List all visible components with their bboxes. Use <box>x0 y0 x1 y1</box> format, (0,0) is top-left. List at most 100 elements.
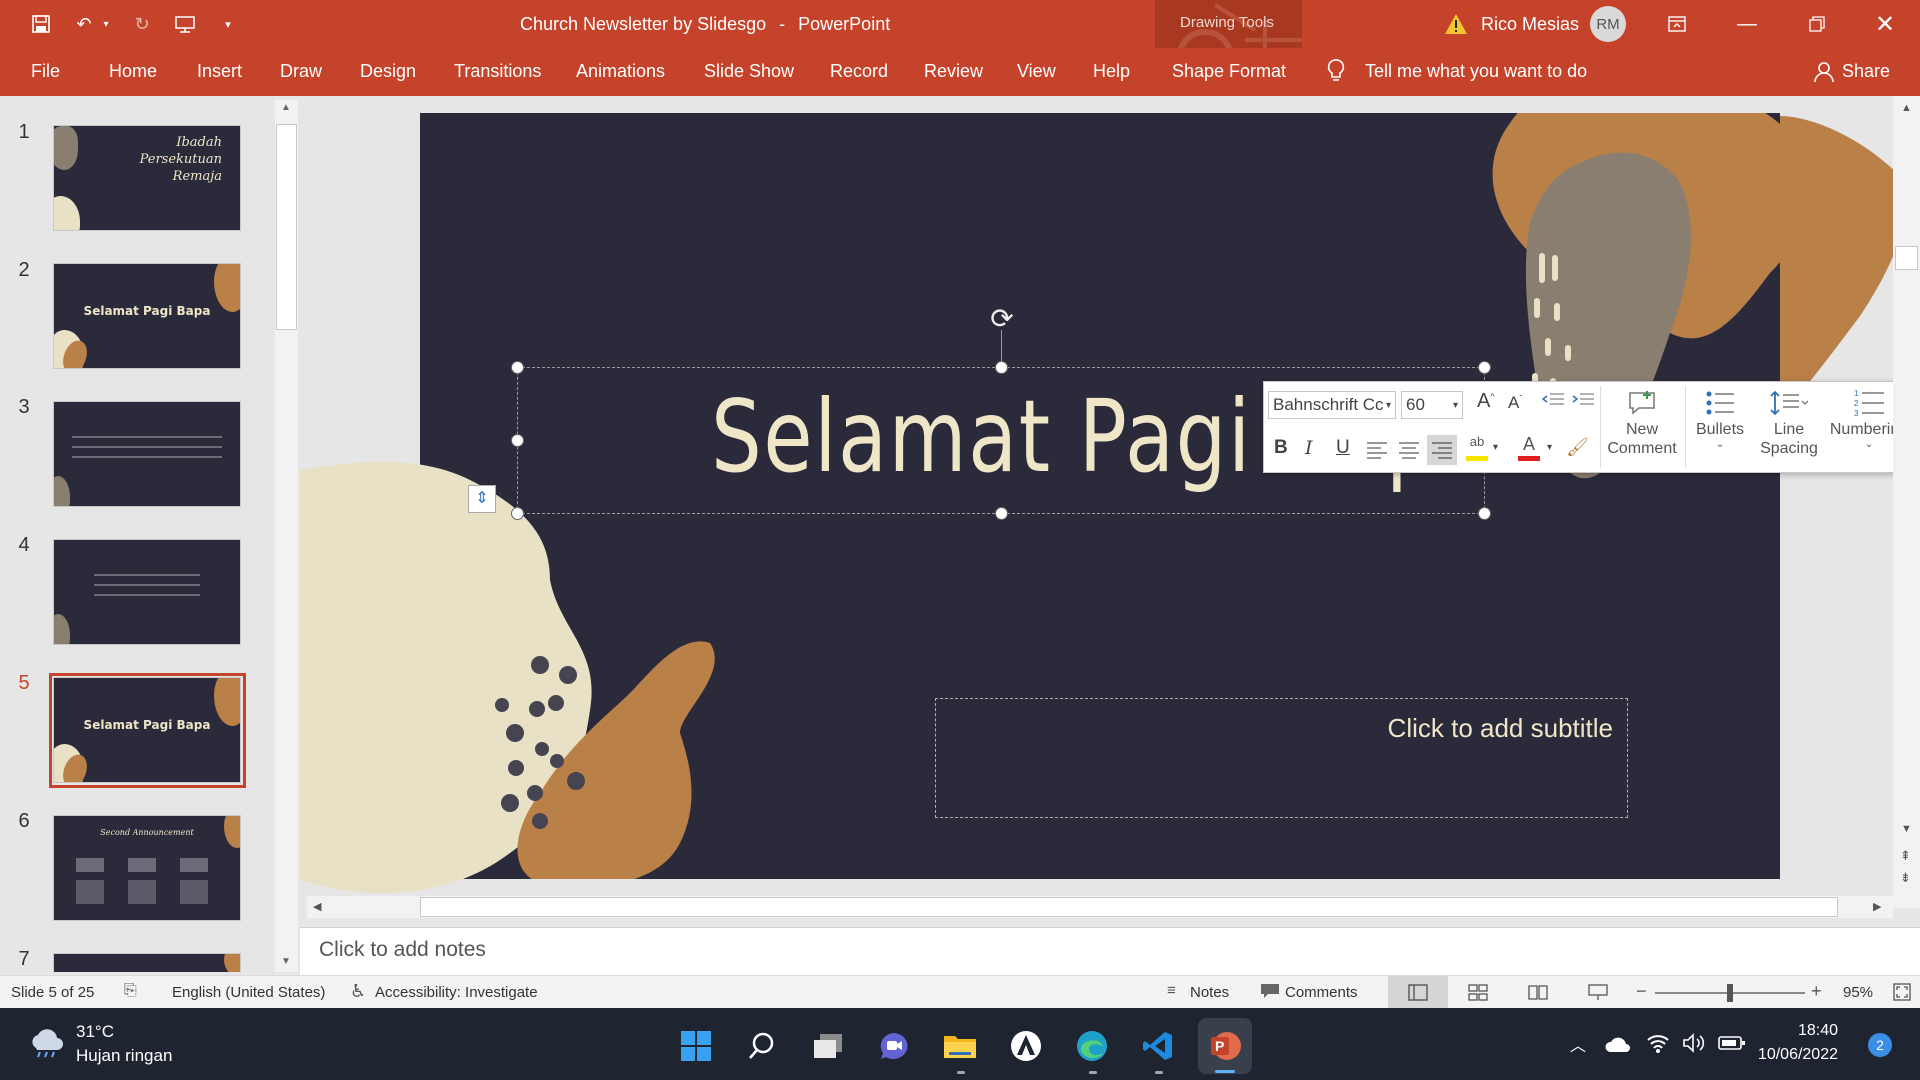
warning-icon[interactable] <box>1444 12 1468 36</box>
editor-vertical-scrollbar[interactable]: ▲ ▼ ⇞ ⇟ <box>1893 96 1920 908</box>
share-button[interactable]: Share <box>1842 61 1890 82</box>
tab-animations[interactable]: Animations <box>576 61 665 82</box>
customize-qat-icon[interactable]: ▾ <box>220 12 236 36</box>
comments-icon[interactable] <box>1260 983 1280 999</box>
resize-handle[interactable] <box>511 361 524 374</box>
slide-show-view-icon[interactable] <box>1588 983 1608 1005</box>
slide-thumbnail-5[interactable]: Selamat Pagi Bapa <box>53 677 241 783</box>
lightbulb-icon[interactable] <box>1326 58 1346 84</box>
notification-badge[interactable]: 2 <box>1868 1033 1892 1057</box>
search-icon[interactable] <box>742 1026 782 1066</box>
minimize-button[interactable]: — <box>1714 0 1780 48</box>
slide-thumbnail-2[interactable]: Selamat Pagi Bapa <box>53 263 241 369</box>
redo-icon[interactable]: ↻ <box>128 12 156 36</box>
notes-pane[interactable]: Click to add notes <box>300 927 1920 975</box>
bullets-button[interactable]: Bullets ⌄ <box>1690 386 1750 468</box>
font-color-icon[interactable]: A <box>1516 434 1542 464</box>
format-painter-icon[interactable]: 🖌 <box>1566 437 1589 458</box>
slide-thumbnail-1[interactable]: Ibadah Persekutuan Remaja <box>53 125 241 231</box>
powerpoint-taskbar-button[interactable]: P <box>1198 1018 1252 1074</box>
comments-button[interactable]: Comments <box>1285 984 1358 1001</box>
spelling-check-icon[interactable]: ⎘ <box>124 982 137 1000</box>
tab-home[interactable]: Home <box>109 61 157 82</box>
scroll-up-icon[interactable]: ▲ <box>281 102 291 113</box>
resize-handle[interactable] <box>511 507 524 520</box>
highlight-color-icon[interactable]: ab <box>1464 434 1490 464</box>
scroll-left-icon[interactable]: ◀ <box>313 900 321 913</box>
slide-thumbnail-3[interactable] <box>53 401 241 507</box>
present-from-start-icon[interactable] <box>170 12 200 36</box>
tell-me-search[interactable]: Tell me what you want to do <box>1365 61 1587 82</box>
undo-dropdown-icon[interactable]: ▾ <box>99 12 113 36</box>
show-hidden-icons-icon[interactable]: ︿ <box>1570 1032 1586 1056</box>
tab-review[interactable]: Review <box>924 61 983 82</box>
accessibility-icon[interactable]: ♿ <box>350 981 366 1002</box>
increase-indent-icon[interactable] <box>1570 390 1596 412</box>
font-size-select[interactable]: 60 ▾ <box>1401 391 1463 419</box>
teams-chat-icon[interactable] <box>874 1026 914 1066</box>
clock-time[interactable]: 18:40 <box>1762 1022 1838 1040</box>
notes-placeholder[interactable]: Click to add notes <box>319 938 486 962</box>
start-menu-icon[interactable] <box>676 1026 716 1066</box>
zoom-out-button[interactable]: − <box>1636 981 1647 1002</box>
user-name[interactable]: Rico Mesias <box>1481 14 1579 35</box>
vscode-icon[interactable] <box>1138 1026 1178 1066</box>
subtitle-placeholder[interactable]: Click to add subtitle <box>935 698 1628 818</box>
avatar[interactable]: RM <box>1590 6 1626 42</box>
slide-thumbnail-7[interactable] <box>53 953 241 972</box>
battery-icon[interactable] <box>1718 1035 1746 1056</box>
reading-view-icon[interactable] <box>1528 984 1548 1005</box>
language-indicator[interactable]: English (United States) <box>172 984 325 1001</box>
rotate-handle-icon[interactable]: ⟳ <box>986 303 1018 335</box>
tab-shape-format[interactable]: Shape Format <box>1172 61 1286 82</box>
resize-handle[interactable] <box>1478 361 1491 374</box>
close-button[interactable]: ✕ <box>1852 0 1918 48</box>
weather-temperature[interactable]: 31°C <box>76 1022 114 1042</box>
notes-icon[interactable]: ≡ <box>1167 982 1176 999</box>
resize-handle[interactable] <box>1478 507 1491 520</box>
next-slide-icon[interactable]: ⇟ <box>1900 870 1911 886</box>
edge-browser-icon[interactable] <box>1072 1026 1112 1066</box>
undo-icon[interactable]: ↶ <box>70 12 98 36</box>
resize-handle[interactable] <box>511 434 524 447</box>
increase-font-size-icon[interactable]: A^ <box>1477 390 1495 413</box>
weather-icon[interactable] <box>26 1026 66 1058</box>
scroll-up-icon[interactable]: ▲ <box>1901 102 1912 114</box>
normal-view-button[interactable] <box>1388 976 1448 1009</box>
font-name-select[interactable]: Bahnschrift Cc ▾ <box>1268 391 1396 419</box>
new-comment-button[interactable]: New Comment <box>1606 386 1678 468</box>
tab-transitions[interactable]: Transitions <box>454 61 541 82</box>
scroll-thumb[interactable] <box>420 897 1838 917</box>
chevron-down-icon[interactable]: ▾ <box>1493 442 1498 453</box>
share-icon[interactable] <box>1813 61 1835 83</box>
save-icon[interactable] <box>26 12 56 36</box>
editor-horizontal-scrollbar[interactable]: ◀ ▶ <box>307 896 1893 918</box>
tab-slide-show[interactable]: Slide Show <box>704 61 794 82</box>
tab-help[interactable]: Help <box>1093 61 1130 82</box>
zoom-level[interactable]: 95% <box>1843 984 1873 1001</box>
clock-date[interactable]: 10/06/2022 <box>1752 1046 1838 1064</box>
tab-draw[interactable]: Draw <box>280 61 322 82</box>
onedrive-icon[interactable] <box>1604 1036 1632 1059</box>
volume-icon[interactable] <box>1682 1033 1706 1058</box>
thumbnail-scrollbar[interactable]: ▲ ▼ <box>275 100 298 972</box>
bold-button[interactable]: B <box>1274 437 1288 459</box>
ribbon-display-options-icon[interactable] <box>1644 0 1710 48</box>
line-spacing-button[interactable]: Line Spacing <box>1756 386 1822 468</box>
fit-slide-icon[interactable] <box>1893 983 1911 1005</box>
decrease-font-size-icon[interactable]: Aˇ <box>1508 393 1522 413</box>
notes-button[interactable]: Notes <box>1190 984 1229 1001</box>
resize-handle[interactable] <box>995 361 1008 374</box>
task-view-icon[interactable] <box>808 1026 848 1066</box>
tab-file[interactable]: File <box>31 61 60 82</box>
resize-handle[interactable] <box>995 507 1008 520</box>
scroll-down-icon[interactable]: ▼ <box>1901 823 1912 835</box>
slide-thumbnail-4[interactable] <box>53 539 241 645</box>
weather-description[interactable]: Hujan ringan <box>76 1046 172 1066</box>
tab-insert[interactable]: Insert <box>197 61 242 82</box>
zoom-slider-thumb[interactable] <box>1727 984 1733 1002</box>
wifi-icon[interactable] <box>1646 1032 1670 1059</box>
slide-thumbnail-6[interactable]: Second Announcement <box>53 815 241 921</box>
accessibility-status[interactable]: Accessibility: Investigate <box>375 984 538 1001</box>
zoom-in-button[interactable]: + <box>1811 981 1822 1002</box>
